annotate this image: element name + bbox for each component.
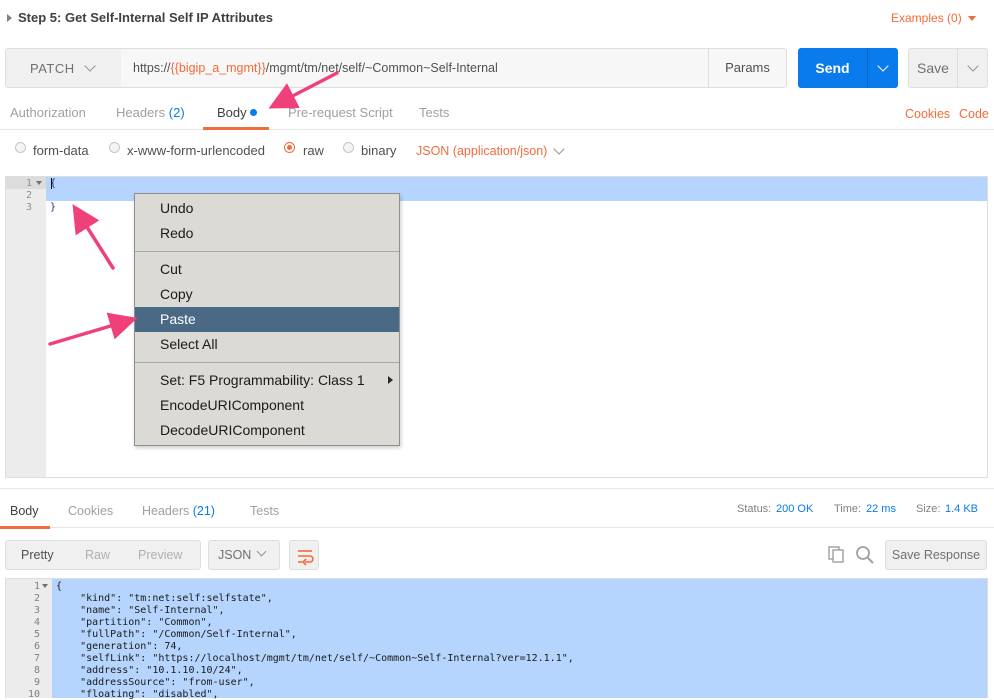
menu-item-paste[interactable]: Paste bbox=[135, 307, 399, 332]
send-button[interactable]: Send bbox=[798, 48, 867, 88]
tab-body[interactable]: Body bbox=[217, 105, 247, 120]
size-value: 1.4 KB bbox=[945, 503, 979, 515]
menu-item-select-all[interactable]: Select All bbox=[135, 332, 399, 357]
response-tab-tests[interactable]: Tests bbox=[250, 504, 279, 518]
url-text[interactable]: https://{{bigip_a_mgmt}}/mgmt/tm/net/sel… bbox=[133, 61, 498, 75]
code-line: "name": "Self-Internal", bbox=[56, 605, 225, 616]
collapse-caret-icon[interactable] bbox=[7, 14, 12, 22]
time-label: Time: bbox=[834, 503, 862, 515]
response-tab-cookies[interactable]: Cookies bbox=[68, 504, 113, 518]
send-dropdown-button[interactable] bbox=[867, 48, 898, 88]
text-cursor bbox=[51, 178, 52, 189]
size-label: Size: bbox=[916, 503, 941, 515]
radio-urlencoded-label[interactable]: x-www-form-urlencoded bbox=[127, 143, 265, 158]
line-number: 1 bbox=[25, 178, 32, 189]
url-prefix: https:// bbox=[133, 61, 171, 75]
view-pretty-button[interactable]: Pretty bbox=[21, 548, 54, 562]
line-number: 5 bbox=[33, 629, 40, 640]
tab-headers-label: Headers bbox=[116, 105, 166, 120]
line-number: 1 bbox=[33, 581, 40, 592]
line-number: 3 bbox=[25, 202, 32, 213]
active-tab-indicator bbox=[203, 127, 269, 130]
response-headers-label: Headers bbox=[142, 504, 190, 518]
radio-binary[interactable] bbox=[343, 142, 354, 153]
menu-item-decode-uri[interactable]: DecodeURIComponent bbox=[135, 418, 399, 443]
code-line: { bbox=[56, 581, 63, 592]
response-tab-body[interactable]: Body bbox=[10, 504, 39, 518]
status-value: 200 OK bbox=[776, 503, 814, 515]
code-line: "selfLink": "https://localhost/mgmt/tm/n… bbox=[56, 653, 574, 664]
line-number: 7 bbox=[33, 653, 40, 664]
code-line: "address": "10.1.10.10/24", bbox=[56, 665, 243, 676]
editor-gutter bbox=[6, 177, 46, 477]
fold-arrow-icon[interactable] bbox=[42, 584, 48, 588]
status-label: Status: bbox=[737, 503, 772, 515]
save-button[interactable]: Save bbox=[908, 48, 958, 88]
line-number: 2 bbox=[33, 593, 40, 604]
fold-arrow-icon[interactable] bbox=[36, 181, 42, 185]
tab-authorization[interactable]: Authorization bbox=[10, 105, 86, 120]
radio-raw[interactable] bbox=[284, 142, 295, 153]
menu-item-cut[interactable]: Cut bbox=[135, 257, 399, 282]
menu-item-undo[interactable]: Undo bbox=[135, 196, 399, 221]
line-number: 10 bbox=[27, 689, 40, 700]
cookies-link[interactable]: Cookies bbox=[905, 107, 950, 121]
copy-icon[interactable] bbox=[828, 546, 845, 563]
code-line: "floating": "disabled", bbox=[56, 689, 219, 700]
line-number: 2 bbox=[25, 190, 32, 201]
menu-item-redo[interactable]: Redo bbox=[135, 221, 399, 246]
save-response-button[interactable]: Save Response bbox=[885, 540, 987, 570]
params-button[interactable]: Params bbox=[708, 48, 787, 88]
tab-pre-request-script[interactable]: Pre-request Script bbox=[288, 105, 393, 120]
active-tab-indicator bbox=[0, 526, 50, 529]
view-preview-button[interactable]: Preview bbox=[138, 548, 182, 562]
submenu-arrow-icon bbox=[388, 376, 393, 384]
wrap-lines-icon bbox=[298, 550, 314, 566]
radio-urlencoded[interactable] bbox=[109, 142, 120, 153]
time-value: 22 ms bbox=[866, 503, 896, 515]
menu-separator bbox=[135, 251, 399, 252]
save-dropdown-button[interactable] bbox=[957, 48, 988, 88]
line-number: 6 bbox=[33, 641, 40, 652]
code-line: } bbox=[50, 202, 57, 213]
menu-item-copy[interactable]: Copy bbox=[135, 282, 399, 307]
code-link[interactable]: Code bbox=[959, 107, 989, 121]
response-tab-headers[interactable]: Headers (21) bbox=[142, 504, 215, 518]
radio-raw-label[interactable]: raw bbox=[303, 143, 324, 158]
menu-item-set-class[interactable]: Set: F5 Programmability: Class 1 bbox=[135, 368, 399, 393]
examples-caret-icon[interactable] bbox=[968, 16, 976, 21]
tab-headers[interactable]: Headers (2) bbox=[116, 105, 185, 120]
menu-separator bbox=[135, 362, 399, 363]
body-modified-dot-icon bbox=[250, 109, 257, 116]
url-variable: {{bigip_a_mgmt}} bbox=[170, 61, 266, 75]
menu-item-encode-uri[interactable]: EncodeURIComponent bbox=[135, 393, 399, 418]
content-type-select[interactable]: JSON (application/json) bbox=[416, 144, 547, 158]
method-label[interactable]: PATCH bbox=[30, 61, 75, 76]
line-number: 8 bbox=[33, 665, 40, 676]
line-number: 3 bbox=[33, 605, 40, 616]
wrap-lines-button[interactable] bbox=[289, 540, 319, 570]
radio-binary-label[interactable]: binary bbox=[361, 143, 396, 158]
code-line: "generation": 74, bbox=[56, 641, 183, 652]
url-path: /mgmt/tm/net/self/~Common~Self-Internal bbox=[265, 61, 498, 75]
radio-form-data[interactable] bbox=[15, 142, 26, 153]
view-raw-button[interactable]: Raw bbox=[85, 548, 110, 562]
examples-dropdown[interactable]: Examples (0) bbox=[891, 11, 962, 25]
chevron-down-icon[interactable] bbox=[553, 143, 565, 155]
tab-headers-count: (2) bbox=[168, 105, 185, 120]
line-number: 9 bbox=[33, 677, 40, 688]
code-line: "partition": "Common", bbox=[56, 617, 213, 628]
search-icon[interactable] bbox=[855, 545, 875, 565]
code-line: "kind": "tm:net:self:selfstate", bbox=[56, 593, 273, 604]
line-number: 4 bbox=[33, 617, 40, 628]
code-line: "addressSource": "from-user", bbox=[56, 677, 255, 688]
response-headers-count: (21) bbox=[192, 504, 215, 518]
radio-form-data-label[interactable]: form-data bbox=[33, 143, 89, 158]
tab-tests[interactable]: Tests bbox=[419, 105, 449, 120]
request-title[interactable]: Step 5: Get Self-Internal Self IP Attrib… bbox=[18, 10, 273, 25]
response-format-label[interactable]: JSON bbox=[218, 548, 251, 562]
divider bbox=[0, 488, 994, 489]
code-line: "fullPath": "/Common/Self-Internal", bbox=[56, 629, 297, 640]
